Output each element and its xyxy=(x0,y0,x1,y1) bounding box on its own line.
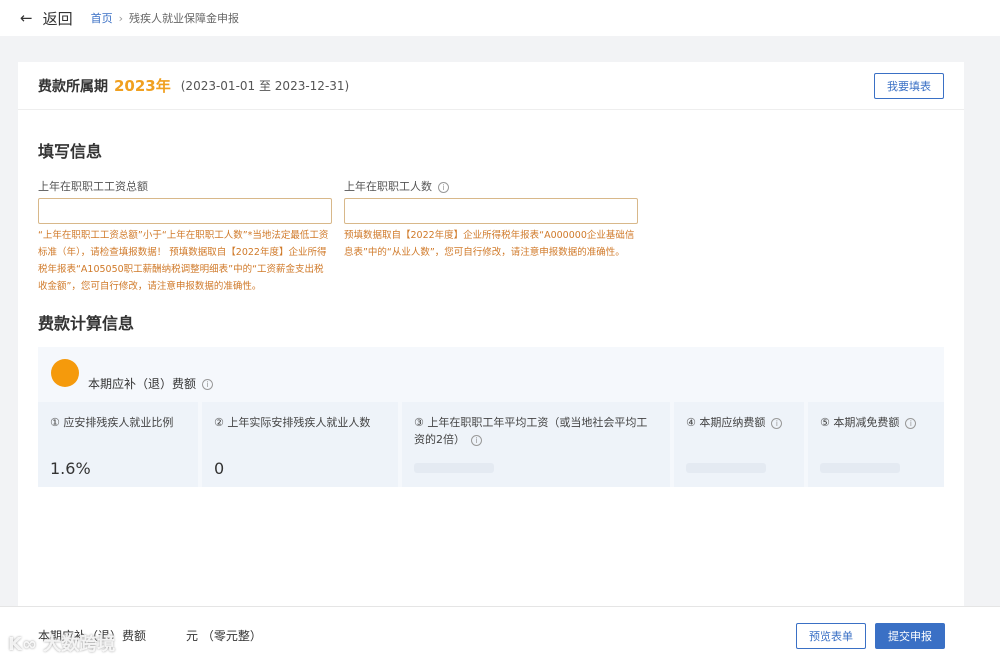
fill-form-button[interactable]: 我要填表 xyxy=(874,73,944,99)
chevron-right-icon: › xyxy=(119,12,123,25)
info-icon[interactable]: i xyxy=(905,418,916,429)
info-icon[interactable]: i xyxy=(202,379,213,390)
status-dot-icon xyxy=(51,359,79,387)
info-icon[interactable]: i xyxy=(438,182,449,193)
info-icon[interactable]: i xyxy=(471,435,482,446)
employee-count-field: 上年在职职工人数 i 预填数据取自【2022年度】企业所得税年报表“A000000… xyxy=(344,178,638,261)
calc-cell-payable: ④ 本期应纳费额 i xyxy=(674,402,804,487)
watermark-logo: K∞ 大数跨境 xyxy=(8,630,115,656)
cell-label: ⑤ 本期减免费额 xyxy=(820,416,899,429)
preview-form-button[interactable]: 预览表单 xyxy=(796,623,866,649)
period-label: 费款所属期 xyxy=(38,76,108,96)
period-range: (2023-01-01 至 2023-12-31) xyxy=(181,77,349,94)
breadcrumb: 首页 › 残疾人就业保障金申报 xyxy=(91,10,239,26)
calc-cell-reduction: ⑤ 本期减免费额 i xyxy=(808,402,944,487)
footer-amount: 元 （零元整） xyxy=(186,627,262,644)
cell-label: ② 上年实际安排残疾人就业人数 xyxy=(214,416,370,429)
cell-label: ④ 本期应纳费额 xyxy=(686,416,765,429)
cell-value: 1.6% xyxy=(50,460,91,477)
calc-cell-ratio: ① 应安排残疾人就业比例 1.6% xyxy=(38,402,198,487)
blurred-value xyxy=(820,463,900,473)
employee-count-input[interactable] xyxy=(344,198,638,224)
cell-value: 0 xyxy=(214,460,224,477)
declaration-card: 费款所属期 2023年 (2023-01-01 至 2023-12-31) 我要… xyxy=(18,62,964,622)
cell-label: ③ 上年在职职工年平均工资（或当地社会平均工资的2倍） xyxy=(414,416,647,446)
footer-bar: 本期应补（退）费额 元 （零元整） 预览表单 提交申报 xyxy=(0,606,1000,663)
field-label: 上年在职职工人数 xyxy=(344,180,432,193)
back-label: 返回 xyxy=(43,8,73,29)
section-title-fill-info: 填写信息 xyxy=(38,138,102,162)
period-year: 2023年 xyxy=(114,75,171,96)
breadcrumb-current: 残疾人就业保障金申报 xyxy=(129,12,239,25)
total-wages-input[interactable] xyxy=(38,198,332,224)
blurred-value xyxy=(686,463,766,473)
field-hint: 预填数据取自【2022年度】企业所得税年报表“A000000企业基础信息表”中的… xyxy=(344,227,638,261)
calc-cell-disabled-count: ② 上年实际安排残疾人就业人数 0 xyxy=(202,402,398,487)
total-wages-field: 上年在职职工工资总额 “上年在职职工工资总额”小于“上年在职职工人数”*当地法定… xyxy=(38,178,332,295)
field-hint: “上年在职职工工资总额”小于“上年在职职工人数”*当地法定最低工资标准（年），请… xyxy=(38,227,332,295)
calc-cell-avg-wage: ③ 上年在职职工年平均工资（或当地社会平均工资的2倍）i xyxy=(402,402,670,487)
cell-label: ① 应安排残疾人就业比例 xyxy=(50,416,173,429)
section-title-calc-info: 费款计算信息 xyxy=(38,310,134,334)
submit-button[interactable]: 提交申报 xyxy=(875,623,945,649)
back-button[interactable]: ← 返回 xyxy=(20,8,73,29)
period-header: 费款所属期 2023年 (2023-01-01 至 2023-12-31) 我要… xyxy=(18,62,964,110)
blurred-value xyxy=(414,463,494,473)
calc-panel: 本期应补（退）费额 i ① 应安排残疾人就业比例 1.6% ② 上年实际安排残疾人就… xyxy=(38,347,944,487)
field-label: 上年在职职工工资总额 xyxy=(38,178,332,198)
info-icon[interactable]: i xyxy=(771,418,782,429)
top-bar: ← 返回 首页 › 残疾人就业保障金申报 xyxy=(0,0,1000,36)
breadcrumb-home[interactable]: 首页 xyxy=(91,12,113,25)
arrow-left-icon: ← xyxy=(20,9,33,27)
calc-header: 本期应补（退）费额 xyxy=(88,377,196,391)
